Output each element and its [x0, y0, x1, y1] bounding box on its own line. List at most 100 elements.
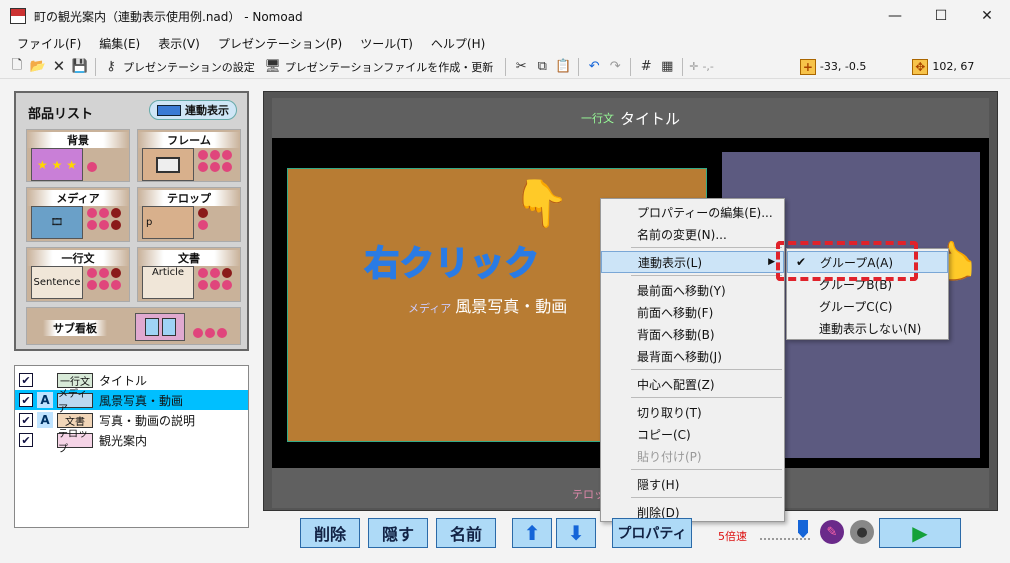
delete-button[interactable]: 削除 — [300, 518, 360, 548]
ctx-paste: 貼り付け(P) — [637, 449, 702, 464]
oneline-thumb: Sentence — [31, 266, 83, 299]
part-label: メディア — [27, 190, 129, 206]
ctx-copy[interactable]: コピー(C) — [601, 423, 784, 445]
fine-grid-icon[interactable]: ▦ — [658, 58, 676, 76]
auto-badge — [37, 432, 53, 448]
menu-edit[interactable]: 編集(E) — [90, 35, 149, 52]
auto-badge: A — [37, 392, 53, 408]
copy-icon[interactable]: ⧉ — [533, 58, 551, 76]
presentation-settings-button[interactable]: プレゼンテーションの設定 — [123, 59, 255, 75]
visibility-checkbox[interactable]: ✔ — [19, 373, 33, 387]
menu-tools[interactable]: ツール(T) — [351, 35, 422, 52]
menu-file[interactable]: ファイル(F) — [8, 35, 90, 52]
move-down-button[interactable]: ⬇ — [556, 518, 596, 548]
cursor-readout: ✛ -,- — [689, 60, 714, 73]
close-file-icon[interactable]: 🗙 — [50, 58, 68, 76]
part-dots — [198, 268, 238, 290]
play-button[interactable]: ▶ — [879, 518, 961, 548]
speed-slider-thumb[interactable] — [798, 520, 808, 538]
link-display-badge[interactable]: 連動表示 — [149, 100, 237, 120]
layer-row[interactable]: ✔ A 文書 写真・動画の説明 — [15, 410, 248, 430]
menu-view[interactable]: 表示(V) — [149, 35, 209, 52]
toolbar-separator — [578, 57, 580, 76]
position-icon: + — [799, 58, 816, 75]
right-click-annotation: 右クリック — [364, 243, 540, 285]
settings-key-icon[interactable]: ⚷ — [102, 58, 120, 76]
new-file-icon[interactable]: 🗋 — [8, 58, 26, 76]
ctx-link-display-label: 連動表示(L) — [638, 255, 703, 270]
part-background[interactable]: 背景 ★ ★ ★ — [26, 129, 130, 182]
toolbar: 🗋 📂 🗙 💾 ⚷ プレゼンテーションの設定 🖥 プレゼンテーションファイルを作… — [0, 55, 1010, 79]
background-thumb: ★ ★ ★ — [31, 148, 83, 181]
property-button[interactable]: プロパティ — [612, 518, 692, 548]
media-label: メディア 風景写真・動画 — [408, 293, 567, 317]
eraser-icon[interactable]: ● — [850, 520, 874, 544]
ctx-send-to-back[interactable]: 最背面へ移動(J) — [601, 345, 784, 367]
ctx-send-backward[interactable]: 背面へ移動(B) — [601, 323, 784, 345]
minimize-button[interactable]: — — [872, 0, 918, 32]
part-media[interactable]: メディア 🎞 — [26, 187, 130, 242]
media-kind: メディア — [408, 302, 452, 315]
paste-icon[interactable]: 📋 — [554, 58, 572, 76]
save-icon[interactable]: 💾 — [71, 58, 89, 76]
part-subboard[interactable]: サブ看板 — [26, 307, 241, 345]
window-title: 町の観光案内（連動表示使用例.nad） - Nomoad — [34, 9, 303, 24]
visibility-checkbox[interactable]: ✔ — [19, 433, 33, 447]
mute-icon[interactable]: ✎ — [820, 520, 844, 544]
auto-badge — [37, 372, 53, 388]
speed-label: 5倍速 — [718, 530, 747, 543]
undo-icon[interactable]: ↶ — [585, 58, 603, 76]
sub-no-link[interactable]: 連動表示しない(N) — [787, 317, 948, 339]
size-value: 102, 67 — [932, 60, 975, 73]
layer-name: タイトル — [99, 373, 148, 388]
telop-thumb: p — [142, 206, 194, 239]
position-readout: + -33, -0.5 — [799, 58, 867, 75]
ctx-separator — [631, 497, 782, 498]
maximize-button[interactable]: ☐ — [918, 0, 964, 32]
ctx-edit-properties[interactable]: プロパティーの編集(E)... — [601, 201, 784, 223]
menu-help[interactable]: ヘルプ(H) — [422, 35, 494, 52]
layer-row[interactable]: ✔ 一行文 タイトル — [15, 370, 248, 390]
part-label: フレーム — [138, 132, 240, 148]
ctx-rename[interactable]: 名前の変更(N)... — [601, 223, 784, 245]
name-button[interactable]: 名前 — [436, 518, 496, 548]
layer-list: ✔ 一行文 タイトル ✔ A メディア 風景写真・動画 ✔ A 文書 写真・動画… — [14, 365, 249, 528]
subboard-thumb — [135, 313, 185, 341]
part-dots — [198, 150, 238, 172]
close-button[interactable]: ✕ — [964, 0, 1010, 32]
sub-group-c[interactable]: グループC(C) — [787, 295, 948, 317]
grid-icon[interactable]: # — [637, 58, 655, 76]
redo-icon[interactable]: ↷ — [606, 58, 624, 76]
position-value: -33, -0.5 — [819, 60, 867, 73]
ctx-separator — [631, 397, 782, 398]
visibility-checkbox[interactable]: ✔ — [19, 393, 33, 407]
ctx-center[interactable]: 中心へ配置(Z) — [601, 373, 784, 395]
ctx-hide[interactable]: 隠す(H) — [601, 473, 784, 495]
part-oneline[interactable]: 一行文 Sentence — [26, 247, 130, 302]
cut-icon[interactable]: ✂ — [512, 58, 530, 76]
part-frame[interactable]: フレーム — [137, 129, 241, 182]
part-document[interactable]: 文書 Article — [137, 247, 241, 302]
hide-button[interactable]: 隠す — [368, 518, 428, 548]
part-telop[interactable]: テロップ p — [137, 187, 241, 242]
stage-title-element[interactable]: 一行文 タイトル — [272, 98, 989, 138]
move-up-button[interactable]: ⬆ — [512, 518, 552, 548]
open-folder-icon[interactable]: 📂 — [29, 58, 47, 76]
type-badge: テロップ — [57, 429, 93, 455]
ctx-cut[interactable]: 切り取り(T) — [601, 401, 784, 423]
ctx-bring-to-front[interactable]: 最前面へ移動(Y) — [601, 279, 784, 301]
app-icon — [10, 8, 26, 24]
speed-slider-track[interactable] — [760, 538, 810, 540]
monitor-icon[interactable]: 🖥 — [264, 58, 282, 76]
layer-row[interactable]: ✔ A メディア 風景写真・動画 — [15, 389, 248, 415]
ctx-bring-forward[interactable]: 前面へ移動(F) — [601, 301, 784, 323]
export-presentation-button[interactable]: プレゼンテーションファイルを作成・更新 — [285, 59, 493, 75]
size-icon: ✥ — [912, 58, 929, 75]
menu-presentation[interactable]: プレゼンテーション(P) — [209, 35, 351, 52]
ctx-link-display[interactable]: 連動表示(L) ▶ — [601, 251, 784, 273]
layer-row[interactable]: ✔ テロップ 観光案内 — [15, 429, 248, 455]
pointing-down-hand-icon: 👇 — [512, 176, 570, 230]
visibility-checkbox[interactable]: ✔ — [19, 413, 33, 427]
frame-thumb — [142, 148, 194, 181]
submenu-arrow-icon: ▶ — [768, 257, 775, 267]
